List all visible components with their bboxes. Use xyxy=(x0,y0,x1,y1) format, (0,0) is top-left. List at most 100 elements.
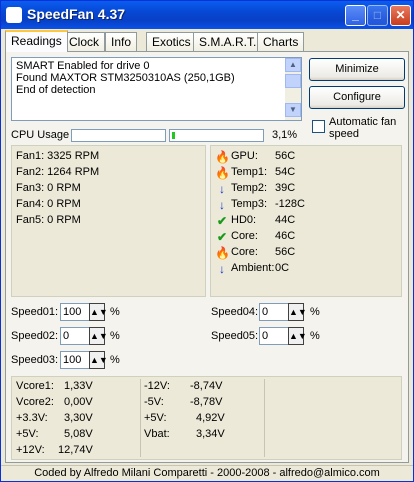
temp-value: 56C xyxy=(275,246,296,258)
cpu-usage-bar-2 xyxy=(169,129,264,142)
speed02-unit: % xyxy=(110,330,120,342)
voltage-value: 1,33V xyxy=(64,380,93,392)
auto-fan-speed-label: Automatic fan xyxy=(329,116,397,128)
tab-charts[interactable]: Charts xyxy=(257,32,305,51)
fan-reading: Fan4: 0 RPM xyxy=(16,198,81,210)
speed01-unit: % xyxy=(110,306,120,318)
temp-value: 56C xyxy=(275,150,296,162)
speed04-spinner[interactable]: ▲▼ xyxy=(288,303,307,321)
flame-icon: 🔥 xyxy=(215,150,230,164)
voltage-value: 12,74V xyxy=(58,444,93,456)
fan-reading: Fan3: 0 RPM xyxy=(16,182,81,194)
speed03-spinner[interactable]: ▲▼ xyxy=(89,351,108,369)
speed01-spinner[interactable]: ▲▼ xyxy=(89,303,108,321)
tab-smart[interactable]: S.M.A.R.T. xyxy=(193,32,263,51)
speed04-unit: % xyxy=(310,306,320,318)
speedfan-app-icon[interactable] xyxy=(6,7,22,23)
temp-name: GPU: xyxy=(231,150,258,162)
cpu-usage-bar-1 xyxy=(71,129,166,142)
footer-credits: Coded by Alfredo Milani Comparetti - 200… xyxy=(1,465,413,481)
temp-name: Temp2: xyxy=(231,182,268,194)
fan-reading: Fan2: 1264 RPM xyxy=(16,166,100,178)
scroll-up-icon[interactable]: ▲ xyxy=(285,58,301,72)
configure-button[interactable]: Configure xyxy=(309,86,405,109)
voltage-value: 4,92V xyxy=(196,412,225,424)
speed03-input[interactable]: 100 xyxy=(60,351,90,369)
speed02-label: Speed02: xyxy=(11,330,59,342)
voltage-name: +5V: xyxy=(16,428,39,440)
scroll-down-icon[interactable]: ▼ xyxy=(285,103,301,117)
temp-value: 54C xyxy=(275,166,296,178)
minimize-button[interactable]: Minimize xyxy=(309,58,405,81)
fan-reading: Fan1: 3325 RPM xyxy=(16,150,100,162)
speed03-label: Speed03: xyxy=(11,354,59,366)
cpu-usage-fill-2 xyxy=(172,132,175,139)
checkmark-icon: ✔ xyxy=(216,214,228,228)
voltage-value: 0,00V xyxy=(64,396,93,408)
voltages-group: Vcore1: 1,33V Vcore2: 0,00V +3.3V: 3,30V… xyxy=(11,376,402,460)
voltage-name: +5V: xyxy=(144,412,167,424)
auto-fan-speed-checkbox[interactable] xyxy=(312,120,325,133)
detection-log[interactable]: SMART Enabled for drive 0 Found MAXTOR S… xyxy=(11,57,302,121)
log-scrollbar[interactable]: ▲ ▼ xyxy=(285,58,301,120)
speed01-label: Speed01: xyxy=(11,306,59,318)
down-arrow-icon: ↓ xyxy=(219,182,225,196)
temp-value: 46C xyxy=(275,230,296,242)
speed04-label: Speed04: xyxy=(211,306,259,318)
log-line: Found MAXTOR STM3250310AS (250,1GB) xyxy=(16,72,235,84)
cpu-usage-value: 3,1% xyxy=(272,129,298,141)
voltage-value: -8,78V xyxy=(190,396,223,408)
voltage-value: -8,74V xyxy=(190,380,223,392)
speed01-input[interactable]: 100 xyxy=(60,303,90,321)
voltage-value: 3,34V xyxy=(196,428,225,440)
tab-info[interactable]: Info xyxy=(105,32,138,51)
speed05-input[interactable]: 0 xyxy=(259,327,289,345)
voltage-divider xyxy=(264,379,265,457)
speed02-spinner[interactable]: ▲▼ xyxy=(89,327,108,345)
temps-group: 🔥 GPU: 56C 🔥 Temp1: 54C ↓ Temp2: 39C ↓ T… xyxy=(210,145,402,297)
temp-name: Ambient: xyxy=(231,262,275,274)
cpu-usage-label: CPU Usage xyxy=(11,129,70,141)
temp-value: -128C xyxy=(275,198,305,210)
title-bar[interactable]: SpeedFan 4.37 _ □ ✕ xyxy=(1,1,413,29)
voltage-name: -5V: xyxy=(144,396,164,408)
flame-icon: 🔥 xyxy=(215,166,230,180)
temp-name: Core: xyxy=(231,246,258,258)
down-arrow-icon: ↓ xyxy=(219,198,225,212)
speed05-label: Speed05: xyxy=(211,330,259,342)
temp-name: Core: xyxy=(231,230,258,242)
voltage-divider xyxy=(140,379,141,457)
speed05-unit: % xyxy=(310,330,320,342)
close-window-button[interactable]: ✕ xyxy=(390,5,411,26)
temp-name: HD0: xyxy=(231,214,257,226)
minimize-window-button[interactable]: _ xyxy=(345,5,366,26)
speed03-unit: % xyxy=(110,354,120,366)
window-title: SpeedFan 4.37 xyxy=(27,6,126,22)
voltage-name: -12V: xyxy=(144,380,170,392)
temp-name: Temp3: xyxy=(231,198,268,210)
log-line: End of detection xyxy=(16,84,96,96)
voltage-name: Vcore2: xyxy=(16,396,54,408)
temp-value: 44C xyxy=(275,214,296,226)
speed04-input[interactable]: 0 xyxy=(259,303,289,321)
voltage-name: +3.3V: xyxy=(16,412,48,424)
checkmark-icon: ✔ xyxy=(216,230,228,244)
speed02-input[interactable]: 0 xyxy=(60,327,90,345)
voltage-value: 5,08V xyxy=(64,428,93,440)
tab-clock[interactable]: Clock xyxy=(63,32,106,51)
fans-group: Fan1: 3325 RPM Fan2: 1264 RPM Fan3: 0 RP… xyxy=(11,145,206,297)
voltage-name: +12V: xyxy=(16,444,45,456)
scroll-thumb[interactable] xyxy=(285,74,301,88)
speedfan-window: SpeedFan 4.37 _ □ ✕ Readings Clock Info … xyxy=(0,0,414,482)
flame-icon: 🔥 xyxy=(215,246,230,260)
voltage-value: 3,30V xyxy=(64,412,93,424)
maximize-window-button: □ xyxy=(367,5,388,26)
temp-value: 39C xyxy=(275,182,296,194)
tab-readings[interactable]: Readings xyxy=(5,30,68,52)
tab-exotics[interactable]: Exotics xyxy=(146,32,197,51)
down-arrow-icon: ↓ xyxy=(219,262,225,276)
fan-reading: Fan5: 0 RPM xyxy=(16,214,81,226)
temp-name: Temp1: xyxy=(231,166,268,178)
speed05-spinner[interactable]: ▲▼ xyxy=(288,327,307,345)
voltage-name: Vbat: xyxy=(144,428,170,440)
